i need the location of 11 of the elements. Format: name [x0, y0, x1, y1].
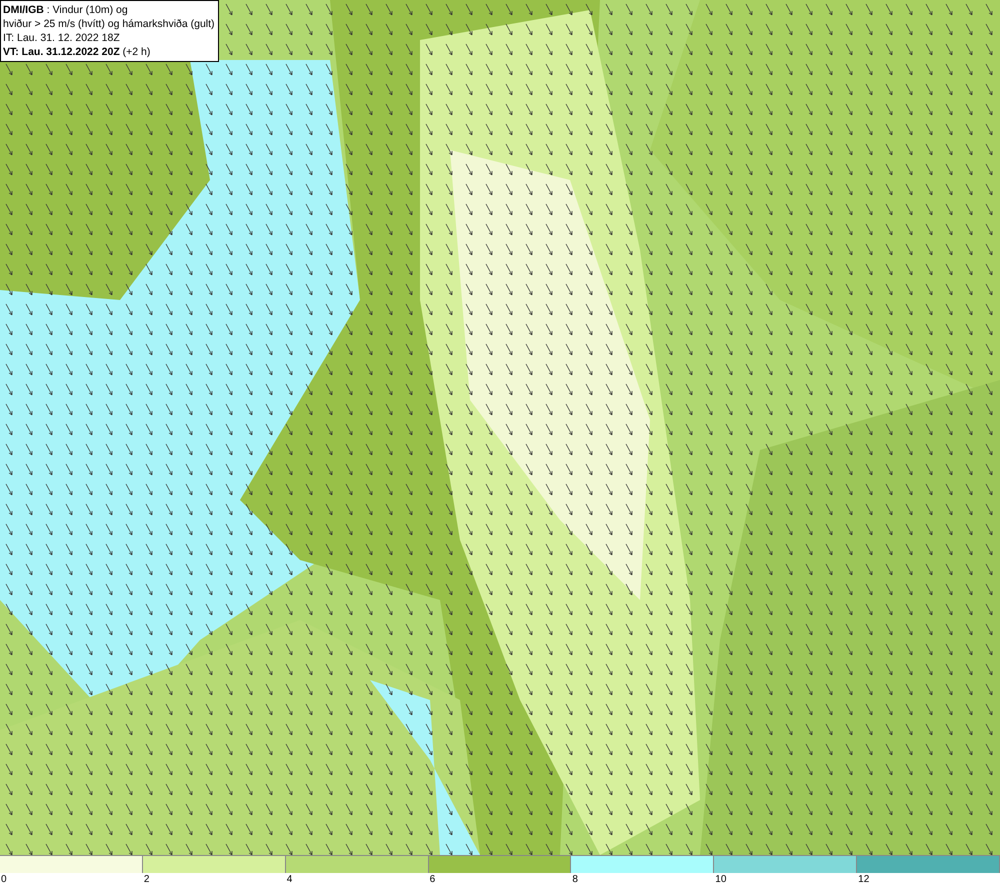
legend-tick-label: 0 — [0, 874, 7, 886]
legend-tick-label: 2 — [142, 874, 150, 886]
legend-tick-label: 10 — [714, 874, 726, 886]
legend-tick-label: 12 — [857, 874, 870, 886]
legend-tick-label: 8 — [571, 874, 578, 886]
info-text: IT: Lau. 31. 12. 2022 18Z — [3, 31, 121, 45]
legend-tick-label: 4 — [286, 874, 292, 886]
info-text: DMI/IGB : Vindur (10m) og — [3, 3, 129, 17]
legend-tick-label: 6 — [428, 874, 436, 886]
info-text: VT: Lau. 31.12.2022 20Z (+2 h) — [3, 45, 152, 59]
info-text: hviður > 25 m/s (hvítt) og hámarkshviða (gult) — [3, 17, 215, 31]
